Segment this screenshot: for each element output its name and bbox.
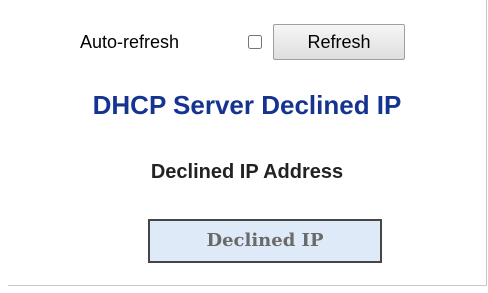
auto-refresh-checkbox[interactable]: [248, 35, 262, 49]
section-title: Declined IP Address: [150, 161, 344, 183]
refresh-bar: Auto-refresh Refresh: [8, 24, 486, 60]
content-panel: Auto-refresh Refresh DHCP Server Decline…: [8, 0, 487, 286]
declined-ip-column-header: Declined IP: [148, 219, 382, 263]
auto-refresh-label: Auto-refresh: [80, 32, 180, 52]
refresh-button[interactable]: Refresh: [273, 24, 405, 60]
page-title: DHCP Server Declined IP: [92, 90, 402, 120]
